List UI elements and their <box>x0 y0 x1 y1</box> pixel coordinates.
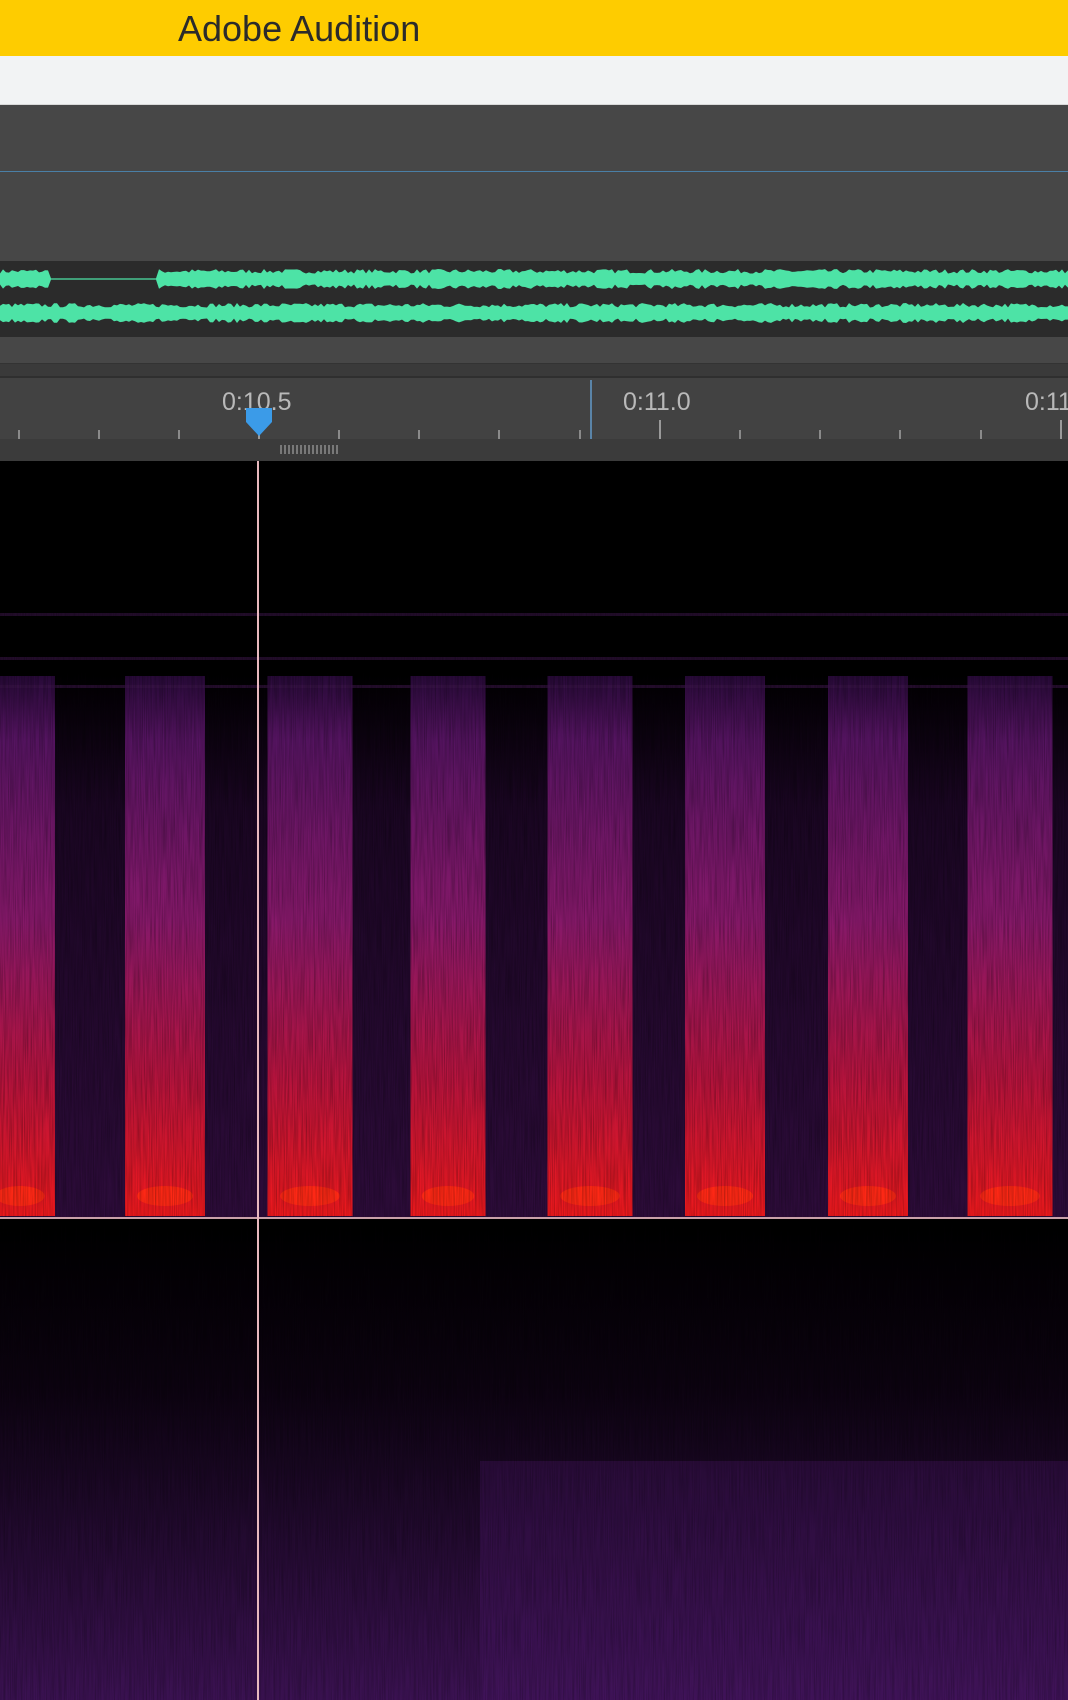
ruler-tick-major <box>659 420 661 440</box>
spectral-display[interactable] <box>0 461 1068 1700</box>
overview-strip <box>0 363 1068 377</box>
waveform-channel <box>0 269 1068 289</box>
spectrogram-channel-right <box>0 1219 1068 1700</box>
overview-zoom-line <box>0 171 1068 172</box>
overview-waveform-band[interactable] <box>0 261 1068 337</box>
playhead-marker-icon[interactable] <box>244 406 274 438</box>
menu-bar <box>0 56 1068 105</box>
ruler-cursor-line <box>590 380 592 440</box>
overview-waveform[interactable] <box>0 261 1068 337</box>
spectrogram[interactable] <box>0 461 1068 1700</box>
ruler-ticks <box>18 380 1062 440</box>
ruler-tick-major <box>1060 420 1062 440</box>
overview-panel <box>0 105 1068 377</box>
channel-divider <box>0 1217 1068 1219</box>
spectrogram-channel-left <box>0 461 1068 1217</box>
panel-resize-strip[interactable] <box>0 439 1068 461</box>
playhead-line[interactable] <box>257 461 259 1700</box>
title-bar: Adobe Audition <box>0 0 1068 56</box>
time-ruler[interactable]: 0:10.5 0:11.0 0:11.5 <box>0 376 1068 441</box>
resize-grip-icon[interactable] <box>280 445 340 454</box>
waveform-channel <box>0 303 1068 323</box>
app-title: Adobe Audition <box>178 8 421 49</box>
